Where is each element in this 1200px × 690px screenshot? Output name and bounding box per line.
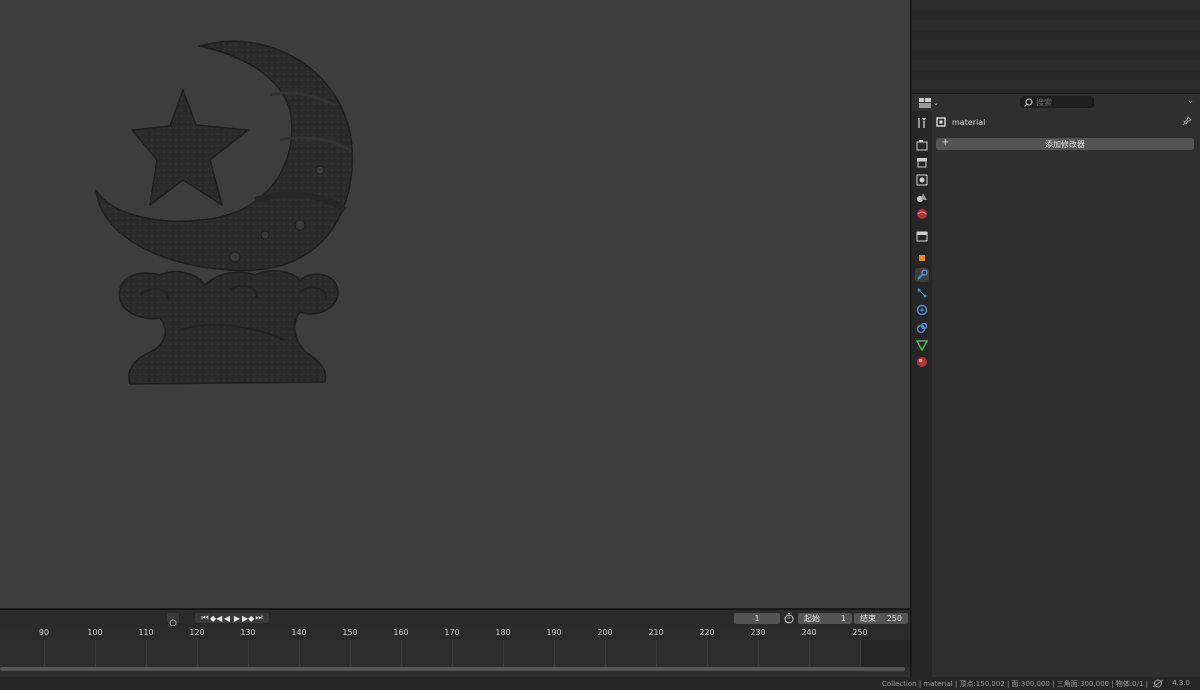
timeline-header: ⏮ ◆◀ ◀ ▶ ▶◆ ⏭ 1 起始 1 结束 250 xyxy=(0,609,910,627)
blender-version: 4.3.0 xyxy=(1172,679,1190,687)
chevron-down-icon: ⌄ xyxy=(933,99,939,107)
constraints-icon[interactable] xyxy=(915,321,929,335)
timeline-scrollbar[interactable] xyxy=(0,667,905,671)
grid-line xyxy=(554,640,555,667)
end-value: 250 xyxy=(886,614,902,623)
status-bar: Collection | material | 顶点:150,002 | 面:3… xyxy=(0,677,1200,690)
world-icon[interactable] xyxy=(915,207,929,221)
object-context-row: material xyxy=(936,115,1196,129)
grid-line xyxy=(95,640,96,667)
current-frame-field[interactable]: 1 xyxy=(734,613,780,624)
collection-icon[interactable] xyxy=(915,229,929,243)
network-icon[interactable] xyxy=(1152,679,1164,688)
grid-line xyxy=(707,640,708,667)
grid-line xyxy=(503,640,504,667)
tool-icon[interactable] xyxy=(915,116,929,130)
timeline-ruler[interactable]: 90 100 110 120 130 140 150 160 170 180 1… xyxy=(0,626,910,640)
grid-line xyxy=(809,640,810,667)
crescent-shape xyxy=(95,40,354,272)
grid-line xyxy=(860,640,861,667)
grid-line xyxy=(146,640,147,667)
mesh-object-icon xyxy=(936,117,946,127)
out-of-range-region xyxy=(861,640,910,667)
ruler-tick: 110 xyxy=(138,628,154,637)
properties-header: ⌄ 搜索 ⌄ xyxy=(912,93,1200,113)
material-icon[interactable] xyxy=(915,355,929,369)
ruler-tick: 240 xyxy=(801,628,817,637)
end-label: 结束 xyxy=(860,614,876,623)
ruler-tick: 100 xyxy=(87,628,103,637)
timeline-body[interactable] xyxy=(0,640,910,677)
view-layer-icon[interactable] xyxy=(915,173,929,187)
ruler-tick: 160 xyxy=(393,628,409,637)
status-stats: Collection | material | 顶点:150,002 | 面:3… xyxy=(881,680,1148,688)
star-shape xyxy=(131,89,249,206)
grid-line xyxy=(656,640,657,667)
ruler-tick: 170 xyxy=(444,628,460,637)
grid-line xyxy=(350,640,351,667)
ruler-tick: 190 xyxy=(546,628,562,637)
start-label: 起始 xyxy=(804,614,820,623)
grid-line xyxy=(758,640,759,667)
ruler-tick: 120 xyxy=(189,628,205,637)
outliner-panel[interactable] xyxy=(912,0,1200,93)
auto-keying-toggle[interactable] xyxy=(167,613,179,627)
grid-line xyxy=(248,640,249,667)
object-icon[interactable] xyxy=(915,251,929,265)
grid-line xyxy=(605,640,606,667)
grid-line xyxy=(197,640,198,667)
ruler-tick: 140 xyxy=(291,628,307,637)
search-icon xyxy=(1024,97,1033,107)
add-modifier-label: 添加修改器 xyxy=(1045,139,1085,149)
properties-editor-icon xyxy=(919,98,931,108)
ruler-tick: 220 xyxy=(699,628,715,637)
grid-line xyxy=(44,640,45,667)
editor-type-button[interactable]: ⌄ xyxy=(918,96,940,110)
object-name: material xyxy=(952,117,986,127)
properties-search-input[interactable]: 搜索 xyxy=(1020,96,1094,108)
play-icon[interactable]: ▶ xyxy=(232,614,242,623)
ruler-tick: 250 xyxy=(852,628,868,637)
ruler-tick: 130 xyxy=(240,628,256,637)
data-icon[interactable] xyxy=(915,338,929,352)
grid-line xyxy=(452,640,453,667)
scene-icon[interactable] xyxy=(915,190,929,204)
moon-star-model[interactable] xyxy=(0,0,910,608)
stopwatch-icon[interactable] xyxy=(783,612,795,624)
properties-content: material + 添加修改器 xyxy=(932,111,1200,677)
3d-viewport[interactable] xyxy=(0,0,910,608)
modifier-icon[interactable] xyxy=(915,268,929,282)
physics-icon[interactable] xyxy=(915,303,929,317)
start-frame-field[interactable]: 起始 1 xyxy=(798,613,852,624)
particles-icon[interactable] xyxy=(915,286,929,300)
properties-tabs xyxy=(912,111,932,677)
render-icon[interactable] xyxy=(915,138,929,152)
ruler-tick: 180 xyxy=(495,628,511,637)
add-modifier-button[interactable]: + 添加修改器 xyxy=(936,137,1194,150)
output-icon[interactable] xyxy=(915,155,929,169)
next-keyframe-icon[interactable]: ▶◆ xyxy=(242,614,254,623)
pin-icon[interactable] xyxy=(1182,116,1192,126)
grid-line xyxy=(299,640,300,667)
grid-line xyxy=(401,640,402,667)
ruler-tick: 200 xyxy=(597,628,613,637)
ruler-tick: 150 xyxy=(342,628,358,637)
prev-keyframe-icon[interactable]: ◆◀ xyxy=(210,614,222,623)
playback-controls: ⏮ ◆◀ ◀ ▶ ▶◆ ⏭ xyxy=(195,613,269,623)
search-placeholder: 搜索 xyxy=(1036,97,1052,107)
ruler-tick: 210 xyxy=(648,628,664,637)
ruler-tick: 230 xyxy=(750,628,766,637)
plus-icon: + xyxy=(941,137,950,148)
end-frame-field[interactable]: 结束 250 xyxy=(854,613,908,624)
jump-end-icon[interactable]: ⏭ xyxy=(254,613,264,623)
start-value: 1 xyxy=(840,614,846,623)
options-chevron-icon[interactable]: ⌄ xyxy=(1187,96,1194,105)
jump-start-icon[interactable]: ⏮ xyxy=(200,613,210,623)
ruler-tick: 90 xyxy=(38,628,50,637)
play-reverse-icon[interactable]: ◀ xyxy=(222,614,232,623)
